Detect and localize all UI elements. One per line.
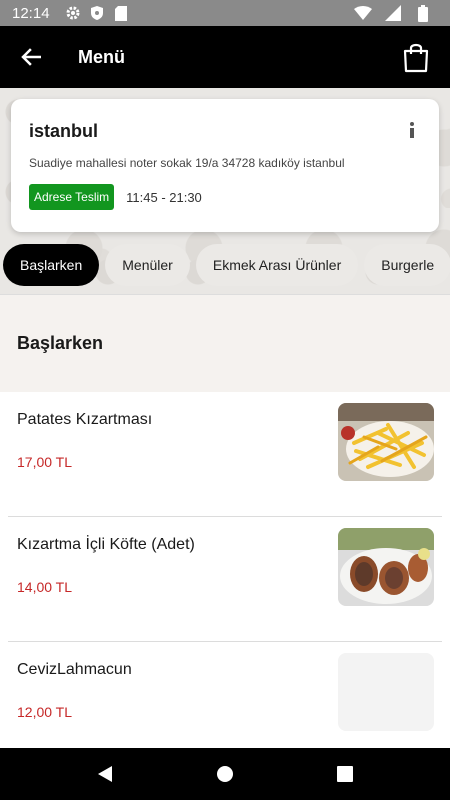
- menu-item-list: Patates Kızartması 17,00 TL Kızartma İçl…: [0, 392, 450, 748]
- store-address: Suadiye mahallesi noter sokak 19/a 34728…: [29, 156, 345, 170]
- fries-image: [338, 403, 434, 481]
- menu-item[interactable]: Kızartma İçli Köfte (Adet) 14,00 TL: [8, 517, 442, 642]
- info-icon[interactable]: [407, 121, 417, 139]
- signal-icon: [384, 4, 402, 22]
- store-city: istanbul: [29, 121, 99, 141]
- sd-card-icon: [112, 4, 130, 22]
- shopping-bag-icon[interactable]: [400, 39, 432, 75]
- tab-ekmek-arasi-urunler[interactable]: Ekmek Arası Ürünler: [195, 244, 359, 286]
- nav-recents-icon[interactable]: [335, 764, 355, 784]
- status-time: 12:14: [12, 4, 50, 22]
- menu-item[interactable]: Patates Kızartması 17,00 TL: [8, 392, 442, 517]
- store-hours: 11:45 - 21:30: [126, 189, 202, 205]
- settings-icon: [64, 4, 82, 22]
- nav-home-icon[interactable]: [215, 764, 235, 784]
- wifi-icon: [354, 4, 372, 22]
- back-arrow-icon[interactable]: [18, 44, 44, 70]
- section-header: Başlarken: [0, 294, 450, 392]
- kofte-image: [338, 528, 434, 606]
- menu-item-name: CevizLahmacun: [17, 661, 132, 678]
- menu-item-price: 14,00 TL: [17, 579, 73, 595]
- menu-item-price: 17,00 TL: [17, 454, 73, 470]
- menu-item-price: 12,00 TL: [17, 704, 73, 720]
- menu-item-name: Patates Kızartması: [17, 411, 153, 428]
- section-title: Başlarken: [17, 333, 104, 353]
- shield-icon: [88, 4, 106, 22]
- menu-item-name: Kızartma İçli Köfte (Adet): [17, 536, 195, 553]
- battery-icon: [414, 4, 432, 22]
- app-bar: Menü: [0, 26, 450, 88]
- tab-burgerler[interactable]: Burgerle: [364, 244, 450, 286]
- status-bar: 12:14: [0, 0, 450, 26]
- tab-baslarken[interactable]: Başlarken: [3, 244, 100, 286]
- image-placeholder: [338, 653, 434, 731]
- store-info-card: istanbul Suadiye mahallesi noter sokak 1…: [11, 99, 439, 232]
- category-tabs: Başlarken Menüler Ekmek Arası Ürünler Bu…: [0, 241, 450, 289]
- menu-item[interactable]: CevizLahmacun 12,00 TL: [8, 642, 442, 748]
- nav-back-icon[interactable]: [95, 764, 115, 784]
- tab-menuler[interactable]: Menüler: [105, 244, 190, 286]
- page-title: Menü: [78, 46, 125, 67]
- delivery-badge: Adrese Teslim: [29, 184, 115, 210]
- system-nav-bar: [0, 748, 450, 800]
